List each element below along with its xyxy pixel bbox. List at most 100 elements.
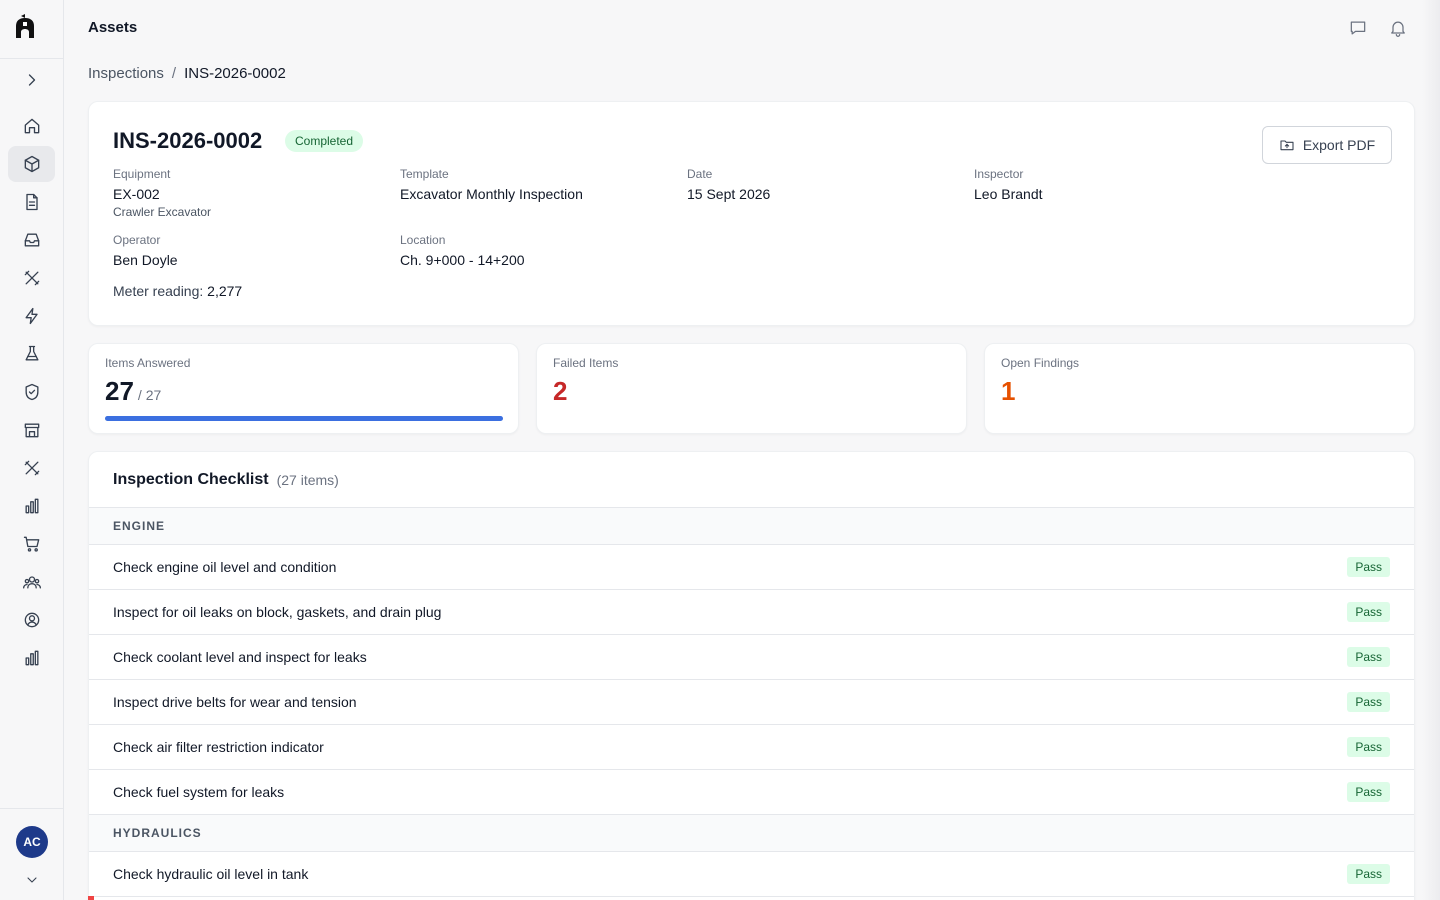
checklist-item-text: Inspect for oil leaks on block, gaskets,… bbox=[113, 604, 442, 620]
location-label: Location bbox=[400, 233, 446, 247]
meter-reading: Meter reading: 2,277 bbox=[113, 283, 242, 299]
equipment-field: Equipment EX-002 Crawler Excavator bbox=[113, 167, 211, 219]
breadcrumb-separator: / bbox=[171, 65, 177, 82]
scroll-shadow bbox=[1422, 0, 1440, 900]
export-pdf-label: Export PDF bbox=[1302, 137, 1376, 153]
checklist-count: (27 items) bbox=[276, 471, 339, 488]
checklist-section-hydraulics: HYDRAULICS bbox=[89, 815, 1414, 852]
bar-chart-icon bbox=[25, 650, 38, 666]
pass-badge: Pass bbox=[1347, 602, 1390, 622]
failed-items-value: 2 bbox=[553, 376, 568, 406]
sidebar-item-teams[interactable] bbox=[8, 564, 55, 600]
home-icon bbox=[24, 118, 39, 134]
open-findings-card: Open Findings 1 bbox=[984, 343, 1415, 434]
sidebar-item-purchasing[interactable] bbox=[8, 526, 55, 562]
items-answered-label: Items Answered bbox=[105, 356, 191, 370]
equipment-type: Crawler Excavator bbox=[113, 205, 212, 219]
pass-badge: Pass bbox=[1347, 782, 1390, 802]
open-findings-value: 1 bbox=[1001, 376, 1016, 406]
items-answered-card: Items Answered 27/ 27 bbox=[88, 343, 519, 434]
cube-icon bbox=[24, 155, 39, 173]
sidebar-item-assets[interactable] bbox=[8, 146, 55, 182]
messages-button[interactable] bbox=[1348, 18, 1368, 38]
checklist-item-text: Check fuel system for leaks bbox=[113, 784, 285, 800]
inspector-field: Inspector Leo Brandt bbox=[974, 167, 1043, 202]
store-icon bbox=[24, 423, 39, 438]
failed-items-card: Failed Items 2 bbox=[536, 343, 967, 434]
failed-items-label: Failed Items bbox=[553, 356, 619, 370]
sidebar-item-stores[interactable] bbox=[8, 412, 55, 448]
users-icon bbox=[22, 576, 41, 589]
checklist-item[interactable]: Inspect drive belts for wear and tension… bbox=[89, 680, 1414, 725]
equipment-value[interactable]: EX-002 bbox=[113, 186, 211, 202]
pass-badge: Pass bbox=[1347, 647, 1390, 667]
chevron-right-icon bbox=[28, 74, 35, 86]
user-circle-icon bbox=[24, 612, 39, 628]
items-answered-total: / 27 bbox=[137, 387, 162, 403]
bell-icon bbox=[1391, 21, 1405, 37]
sidebar-item-inbox[interactable] bbox=[8, 222, 55, 258]
checklist-item-text: Check coolant level and inspect for leak… bbox=[113, 649, 367, 665]
sidebar-item-tools[interactable] bbox=[8, 450, 55, 486]
operator-field: Operator Ben Doyle bbox=[113, 233, 178, 268]
pass-badge: Pass bbox=[1347, 864, 1390, 884]
status-badge: Completed bbox=[285, 130, 364, 152]
page-title: INS-2026-0002 bbox=[113, 128, 263, 153]
checklist-item[interactable]: Check air filter restriction indicator P… bbox=[89, 725, 1414, 770]
sidebar-divider bbox=[0, 58, 63, 59]
sidebar-item-energy[interactable] bbox=[8, 298, 55, 334]
inspector-label: Inspector bbox=[974, 167, 1024, 181]
date-field: Date 15 Sept 2026 bbox=[687, 167, 770, 202]
inspection-detail-card: INS-2026-0002 Completed Export PDF Equip… bbox=[88, 101, 1415, 326]
folder-export-icon bbox=[1280, 140, 1294, 151]
breadcrumb-inspections-link[interactable]: Inspections bbox=[88, 65, 164, 82]
breadcrumb: Inspections / INS-2026-0002 bbox=[88, 65, 286, 82]
location-value: Ch. 9+000 - 14+200 bbox=[400, 252, 525, 268]
sidebar-item-lab[interactable] bbox=[8, 336, 55, 372]
checklist-item[interactable]: Check hydraulic oil level in tank Pass bbox=[89, 852, 1414, 897]
sidebar-expand-button[interactable] bbox=[8, 62, 55, 98]
export-pdf-button[interactable]: Export PDF bbox=[1262, 126, 1392, 164]
checklist-item-text: Check hydraulic oil level in tank bbox=[113, 866, 309, 882]
notifications-button[interactable] bbox=[1388, 18, 1408, 38]
items-answered-progress-fill bbox=[105, 416, 503, 421]
pass-badge: Pass bbox=[1347, 557, 1390, 577]
checklist-item[interactable]: Check coolant level and inspect for leak… bbox=[89, 635, 1414, 680]
checklist-item[interactable]: Check engine oil level and condition Pas… bbox=[89, 545, 1414, 590]
chat-icon bbox=[1350, 21, 1366, 35]
items-answered-value: 27/ 27 bbox=[105, 376, 161, 407]
checklist-header: Inspection Checklist (27 items) bbox=[89, 452, 1414, 508]
sidebar-item-analytics[interactable] bbox=[8, 640, 55, 676]
sidebar-item-maintenance[interactable] bbox=[8, 260, 55, 296]
failed-row-indicator bbox=[88, 896, 94, 900]
pass-badge: Pass bbox=[1347, 737, 1390, 757]
template-value: Excavator Monthly Inspection bbox=[400, 186, 583, 202]
checklist-item[interactable]: Inspect for oil leaks on block, gaskets,… bbox=[89, 590, 1414, 635]
checklist-title: Inspection Checklist bbox=[113, 470, 269, 488]
sidebar-item-documents[interactable] bbox=[8, 184, 55, 220]
sidebar-divider bbox=[0, 808, 63, 809]
items-answered-progress bbox=[105, 416, 503, 421]
checklist-item-text: Check air filter restriction indicator bbox=[113, 739, 324, 755]
location-field: Location Ch. 9+000 - 14+200 bbox=[400, 233, 525, 268]
sidebar-item-safety[interactable] bbox=[8, 374, 55, 410]
equipment-label: Equipment bbox=[113, 167, 171, 181]
bar-chart-icon bbox=[25, 498, 38, 514]
account-menu-toggle[interactable] bbox=[8, 862, 55, 898]
flask-icon bbox=[25, 345, 38, 361]
checklist-item[interactable]: Check fuel system for leaks Pass bbox=[89, 770, 1414, 815]
sidebar: AC bbox=[0, 0, 64, 900]
tools-icon bbox=[24, 270, 39, 286]
checklist-item-text: Check engine oil level and condition bbox=[113, 559, 337, 575]
sidebar-item-reports[interactable] bbox=[8, 488, 55, 524]
checklist-section-engine: ENGINE bbox=[89, 508, 1414, 545]
app-logo[interactable] bbox=[14, 14, 36, 40]
sidebar-item-profile[interactable] bbox=[8, 602, 55, 638]
inspector-value: Leo Brandt bbox=[974, 186, 1043, 202]
sidebar-item-home[interactable] bbox=[8, 108, 55, 144]
checklist-item-text: Inspect drive belts for wear and tension bbox=[113, 694, 357, 710]
avatar[interactable]: AC bbox=[16, 826, 48, 858]
breadcrumb-current: INS-2026-0002 bbox=[184, 65, 286, 82]
date-value: 15 Sept 2026 bbox=[687, 186, 771, 202]
cart-icon bbox=[23, 536, 39, 552]
